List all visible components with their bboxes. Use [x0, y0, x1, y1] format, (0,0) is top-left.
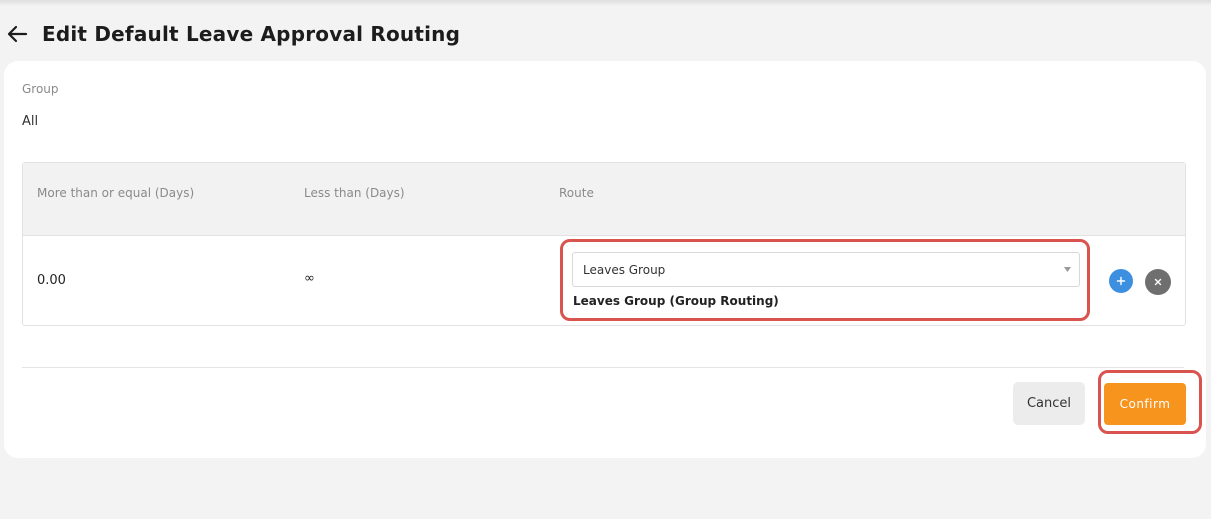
arrow-left-icon[interactable]	[6, 23, 28, 45]
remove-row-button[interactable]	[1145, 269, 1171, 295]
page: Edit Default Leave Approval Routing Grou…	[0, 0, 1211, 519]
page-title: Edit Default Leave Approval Routing	[42, 22, 461, 46]
routing-table: More than or equal (Days) Less than (Day…	[22, 162, 1186, 326]
group-label: Group	[22, 82, 59, 96]
plus-icon	[1116, 276, 1126, 286]
column-header-less-than: Less than (Days)	[304, 186, 405, 200]
cell-less-than: ∞	[304, 271, 315, 286]
cancel-button[interactable]: Cancel	[1013, 382, 1085, 425]
add-row-button[interactable]	[1109, 269, 1133, 293]
chevron-down-icon	[1064, 267, 1071, 272]
table-header: More than or equal (Days) Less than (Day…	[23, 163, 1185, 236]
top-shadow	[0, 0, 1211, 6]
route-detail: Leaves Group (Group Routing)	[573, 294, 779, 308]
routing-form-card: Group All More than or equal (Days) Less…	[4, 61, 1206, 458]
cell-more-than-or-equal: 0.00	[37, 273, 66, 288]
page-header: Edit Default Leave Approval Routing	[6, 18, 460, 50]
close-icon	[1154, 278, 1162, 286]
column-header-more-than-or-equal: More than or equal (Days)	[37, 186, 195, 200]
divider	[22, 367, 1184, 368]
group-value: All	[22, 114, 39, 129]
confirm-button[interactable]: Confirm	[1104, 383, 1186, 425]
column-header-route: Route	[559, 186, 594, 200]
route-select-value: Leaves Group	[583, 263, 666, 277]
route-select[interactable]: Leaves Group	[572, 252, 1080, 287]
